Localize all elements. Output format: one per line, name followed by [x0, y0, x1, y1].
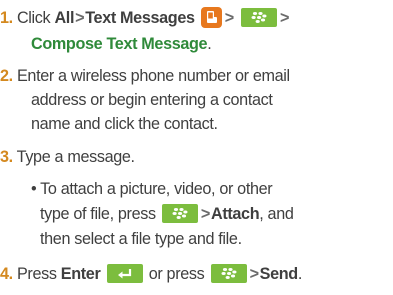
step-4-line-1: 4. Press Enter or press >Send.: [0, 264, 302, 284]
period: .: [297, 265, 303, 283]
blackberry-menu-key-icon: [241, 8, 278, 27]
step-1-line-1: 1. Click All>Text Messages > >: [0, 7, 290, 28]
step-text: Press: [16, 265, 57, 283]
step-number: 3.: [0, 148, 13, 166]
step-3-line-1: 3. Type a message.: [0, 147, 135, 167]
step-1-line-2: Compose Text Message.: [31, 34, 212, 54]
step-text: Type a message.: [16, 148, 135, 166]
enter-key-icon: [106, 264, 143, 283]
step-number: 4.: [0, 265, 13, 283]
step-number: 2.: [0, 67, 13, 85]
step-2-line-2: address or begin entering a contact: [31, 90, 273, 110]
step-number: 1.: [0, 9, 13, 27]
step-text: name and click the contact.: [31, 115, 218, 133]
step-2-line-1: 2. Enter a wireless phone number or emai…: [0, 66, 290, 86]
separator: >: [200, 205, 210, 223]
step-3-bullet-line-3: then select a file type and file.: [40, 229, 242, 249]
menu-all: All: [54, 9, 75, 27]
step-2-line-3: name and click the contact.: [31, 114, 218, 134]
menu-attach: Attach: [210, 205, 260, 223]
separator: >: [75, 9, 85, 27]
step-text: or press: [148, 265, 205, 283]
bullet-text: , and: [259, 205, 294, 223]
step-text: Click: [16, 9, 51, 27]
step-3-bullet-line-1: • To attach a picture, video, or other: [31, 179, 273, 199]
separator: >: [280, 9, 290, 27]
period: .: [207, 35, 212, 53]
menu-compose-text-message: Compose Text Message: [31, 35, 208, 53]
bullet-text: then select a file type and file.: [40, 230, 242, 248]
blackberry-menu-key-icon: [210, 264, 247, 283]
separator: >: [224, 9, 234, 27]
separator: >: [249, 265, 259, 283]
step-3-bullet-line-2: type of file, press >Attach, and: [40, 204, 294, 224]
instructions: 1. Click All>Text Messages > > Compose T…: [0, 0, 393, 295]
blackberry-menu-key-icon: [161, 204, 198, 223]
menu-send: Send: [259, 265, 299, 283]
bullet-text: type of file, press: [40, 205, 156, 223]
bullet-text: • To attach a picture, video, or other: [31, 180, 273, 198]
step-text: Enter a wireless phone number or email: [16, 67, 290, 85]
text-messages-app-icon: [200, 7, 222, 28]
key-enter-label: Enter: [60, 265, 101, 283]
menu-text-messages: Text Messages: [85, 9, 195, 27]
step-text: address or begin entering a contact: [31, 91, 273, 109]
